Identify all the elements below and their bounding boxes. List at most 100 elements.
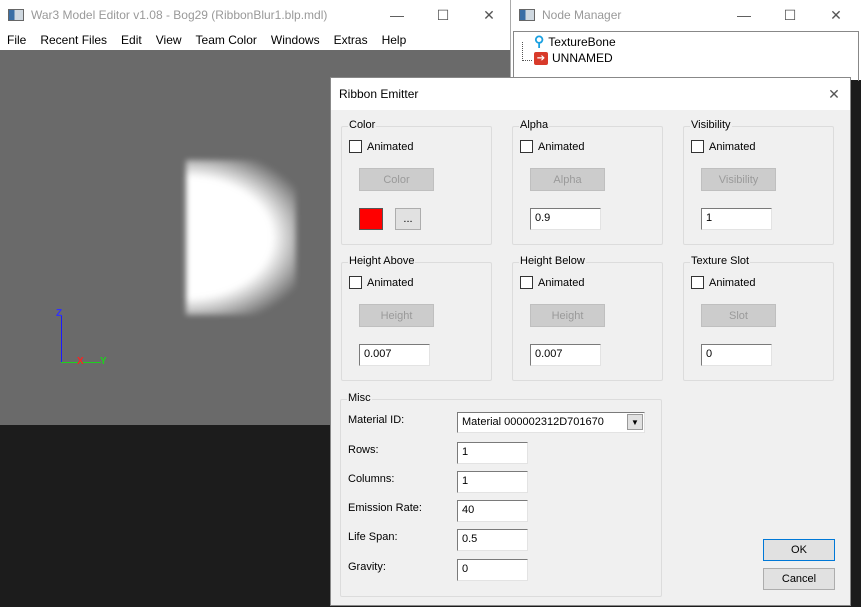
checkbox-box[interactable] [349,140,362,153]
maximize-button[interactable]: ☐ [420,0,466,30]
checkbox-box[interactable] [691,140,704,153]
material-id-label: Material ID: [348,414,405,426]
ribbon-emitter-dialog: Ribbon Emitter ✕ Color Animated Color ..… [330,77,851,606]
checkbox-box[interactable] [349,276,362,289]
menu-recent-files[interactable]: Recent Files [33,33,114,47]
group-legend: Height Below [519,255,586,267]
ribbon-emitter-icon: ➔ [534,51,548,65]
height-below-group: Height Below Animated Height 0.007 [512,255,663,381]
y-axis-label: Y [100,356,107,367]
alpha-animated-checkbox[interactable]: Animated [520,140,584,153]
checkbox-label: Animated [367,276,414,289]
visibility-button[interactable]: Visibility [701,168,776,191]
color-button[interactable]: Color [359,168,434,191]
dialog-title: Ribbon Emitter [339,87,419,101]
node-label: UNNAMED [552,51,613,65]
checkbox-box[interactable] [520,276,533,289]
app-icon [8,9,24,21]
group-legend: Height Above [348,255,416,267]
color-animated-checkbox[interactable]: Animated [349,140,413,153]
life-span-label: Life Span: [348,531,398,543]
columns-input[interactable]: 1 [457,471,528,493]
color-swatch[interactable] [359,208,383,230]
menu-team-color[interactable]: Team Color [189,33,264,47]
dialog-close-button[interactable]: ✕ [811,79,857,109]
height-above-input[interactable]: 0.007 [359,344,430,366]
z-axis [61,315,62,363]
menu-edit[interactable]: Edit [114,33,149,47]
close-button[interactable]: ✕ [813,0,859,30]
ribbon-preview [186,160,296,315]
gravity-input[interactable]: 0 [457,559,528,581]
group-legend: Visibility [690,119,732,131]
window-title: War3 Model Editor v1.08 - Bog29 (RibbonB… [31,8,328,22]
misc-group: Misc Material ID: Material 000002312D701… [340,392,662,597]
rows-label: Rows: [348,444,379,456]
tree-line [522,42,532,61]
color-picker-button[interactable]: ... [395,208,421,230]
minimize-button[interactable]: — [721,0,767,30]
height-below-button[interactable]: Height [530,304,605,327]
menu-windows[interactable]: Windows [264,33,327,47]
visibility-animated-checkbox[interactable]: Animated [691,140,755,153]
alpha-group: Alpha Animated Alpha 0.9 [512,119,663,245]
app-icon [519,9,535,21]
z-axis-label: Z [56,308,63,319]
group-legend: Color [348,119,377,131]
height-above-button[interactable]: Height [359,304,434,327]
node-manager-window: Node Manager — ☐ ✕ ⚲ TextureBone ➔ UNNAM… [510,0,861,81]
checkbox-label: Animated [367,140,414,153]
node-manager-title: Node Manager [542,8,622,22]
material-id-value: Material 000002312D701670 [462,416,604,428]
height-below-input[interactable]: 0.007 [530,344,601,366]
ok-button[interactable]: OK [763,539,835,561]
menu-help[interactable]: Help [375,33,414,47]
emission-rate-input[interactable]: 40 [457,500,528,522]
visibility-input[interactable]: 1 [701,208,772,230]
height-above-group: Height Above Animated Height 0.007 [341,255,492,381]
checkbox-box[interactable] [691,276,704,289]
alpha-input[interactable]: 0.9 [530,208,601,230]
node-manager-titlebar: Node Manager — ☐ ✕ [511,0,861,30]
node-label: TextureBone [548,34,616,49]
menu-view[interactable]: View [149,33,189,47]
group-legend: Texture Slot [690,255,751,267]
alpha-button[interactable]: Alpha [530,168,605,191]
maximize-button[interactable]: ☐ [767,0,813,30]
life-span-input[interactable]: 0.5 [457,529,528,551]
checkbox-box[interactable] [520,140,533,153]
height-below-animated-checkbox[interactable]: Animated [520,276,584,289]
gravity-label: Gravity: [348,561,386,573]
menu-file[interactable]: File [0,33,33,47]
columns-label: Columns: [348,473,395,485]
texture-slot-button[interactable]: Slot [701,304,776,327]
minimize-button[interactable]: — [374,0,420,30]
emission-rate-label: Emission Rate: [348,502,422,514]
close-button[interactable]: ✕ [466,0,512,30]
group-legend: Alpha [519,119,550,131]
rows-input[interactable]: 1 [457,442,528,464]
dialog-titlebar: Ribbon Emitter ✕ [331,78,850,110]
checkbox-label: Animated [538,276,585,289]
color-group: Color Animated Color ... [341,119,492,245]
checkbox-label: Animated [538,140,585,153]
main-titlebar: War3 Model Editor v1.08 - Bog29 (RibbonB… [0,0,510,30]
texture-slot-group: Texture Slot Animated Slot 0 [683,255,834,381]
texture-slot-animated-checkbox[interactable]: Animated [691,276,755,289]
tree-node-texturebone[interactable]: ⚲ TextureBone [534,33,616,50]
visibility-group: Visibility Animated Visibility 1 [683,119,834,245]
group-legend: Misc [347,392,372,404]
node-tree: ⚲ TextureBone ➔ UNNAMED [513,31,859,81]
checkbox-label: Animated [709,276,756,289]
menu-extras[interactable]: Extras [327,33,375,47]
x-axis-label: X [77,356,84,367]
chevron-down-icon[interactable]: ▼ [627,414,643,430]
checkbox-label: Animated [709,140,756,153]
tree-node-unnamed[interactable]: ➔ UNNAMED [534,51,613,65]
bone-icon: ⚲ [534,33,545,49]
menu-bar: File Recent Files Edit View Team Color W… [0,30,510,50]
material-id-select[interactable]: Material 000002312D701670 ▼ [457,412,645,433]
cancel-button[interactable]: Cancel [763,568,835,590]
texture-slot-input[interactable]: 0 [701,344,772,366]
height-above-animated-checkbox[interactable]: Animated [349,276,413,289]
